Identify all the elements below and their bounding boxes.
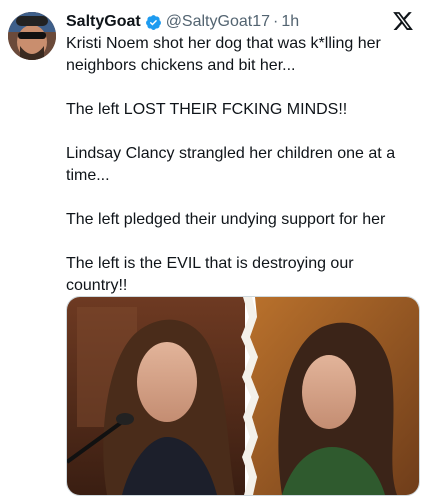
tweet-paragraph: The left LOST THEIR FCKING MINDS!! <box>66 101 348 118</box>
avatar[interactable] <box>8 12 56 60</box>
tweet-text: Kristi Noem shot her dog that was k*llin… <box>66 33 414 297</box>
tweet-header: SaltyGoat @SaltyGoat17 · 1h <box>66 11 299 33</box>
tweet-media-image[interactable] <box>66 296 420 496</box>
x-logo-icon <box>392 10 414 32</box>
tweet-paragraph: Lindsay Clancy strangled her children on… <box>66 145 396 184</box>
timestamp[interactable]: 1h <box>281 13 299 31</box>
tweet-paragraph: The left pledged their undying support f… <box>66 211 386 228</box>
user-handle[interactable]: @SaltyGoat17 <box>166 13 270 31</box>
tweet-paragraph: The left is the EVIL that is destroying … <box>66 255 354 294</box>
verified-badge-icon <box>145 14 162 31</box>
tweet-paragraph: Kristi Noem shot her dog that was k*llin… <box>66 35 381 74</box>
tweet-card[interactable]: SaltyGoat @SaltyGoat17 · 1h Kristi Noem … <box>0 0 426 500</box>
separator-dot: · <box>272 13 279 30</box>
display-name[interactable]: SaltyGoat <box>66 13 141 31</box>
